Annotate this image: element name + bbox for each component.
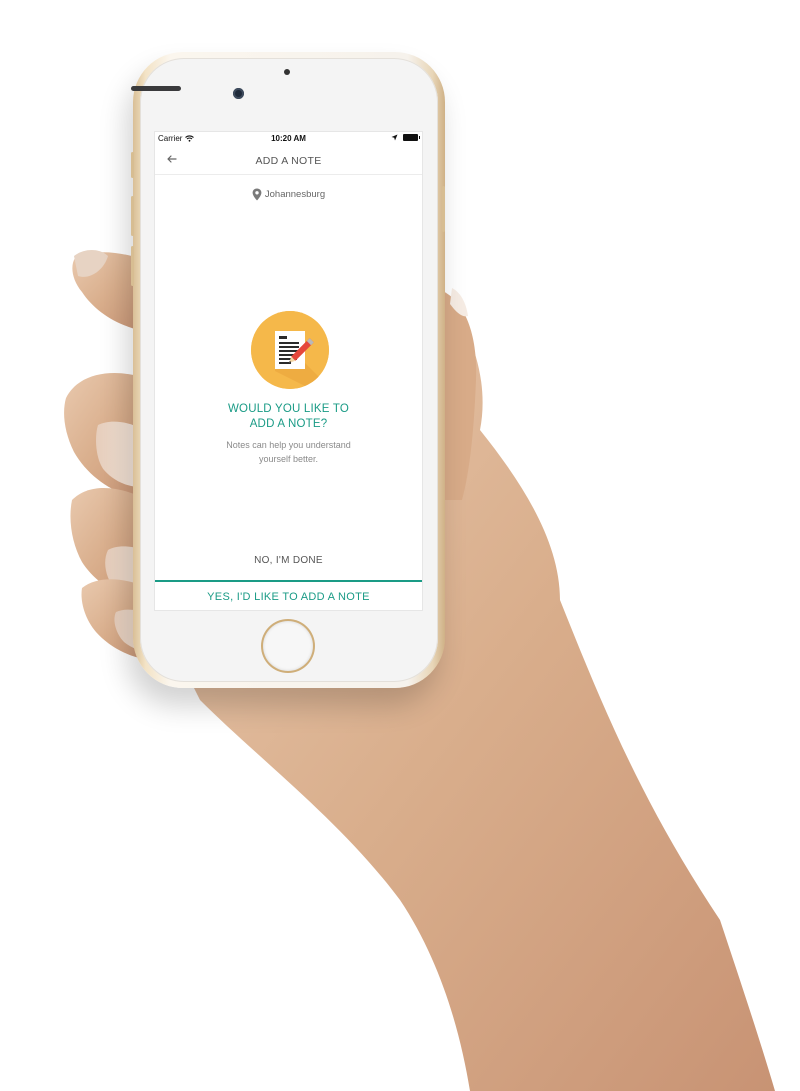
prompt-title-line-2: ADD A NOTE? [249, 417, 328, 430]
add-note-button[interactable]: YES, I'D LIKE TO ADD A NOTE [155, 580, 422, 610]
front-camera-icon [233, 88, 244, 99]
prompt-title: WOULD YOU LIKE TO ADD A NOTE? [155, 402, 422, 431]
location-indicator: Johannesburg [155, 188, 422, 201]
proximity-sensor [284, 69, 290, 75]
prompt-subtitle: Notes can help you understand yourself b… [155, 438, 422, 466]
navigation-bar: ADD A NOTE [155, 145, 422, 175]
location-name: Johannesburg [264, 189, 326, 200]
earpiece-speaker [131, 86, 181, 91]
status-bar: Carrier 10:20 AM [155, 132, 422, 145]
location-pin-icon [252, 188, 262, 201]
battery-icon [403, 134, 420, 141]
prompt-subtitle-line-2: yourself better. [258, 454, 319, 464]
status-time: 10:20 AM [271, 134, 306, 143]
status-right [391, 134, 420, 141]
note-pencil-icon [251, 311, 329, 389]
page-title: ADD A NOTE [255, 155, 322, 167]
prompt-title-line-1: WOULD YOU LIKE TO [228, 403, 349, 415]
prompt-subtitle-line-1: Notes can help you understand [226, 440, 351, 450]
app-screen: Carrier 10:20 AM ADD A NOTE Johannesburg… [154, 131, 423, 611]
no-im-done-button[interactable]: NO, I'M DONE [155, 555, 422, 566]
home-button[interactable] [263, 621, 313, 671]
location-services-icon [391, 134, 398, 141]
note-illustration [251, 311, 329, 389]
